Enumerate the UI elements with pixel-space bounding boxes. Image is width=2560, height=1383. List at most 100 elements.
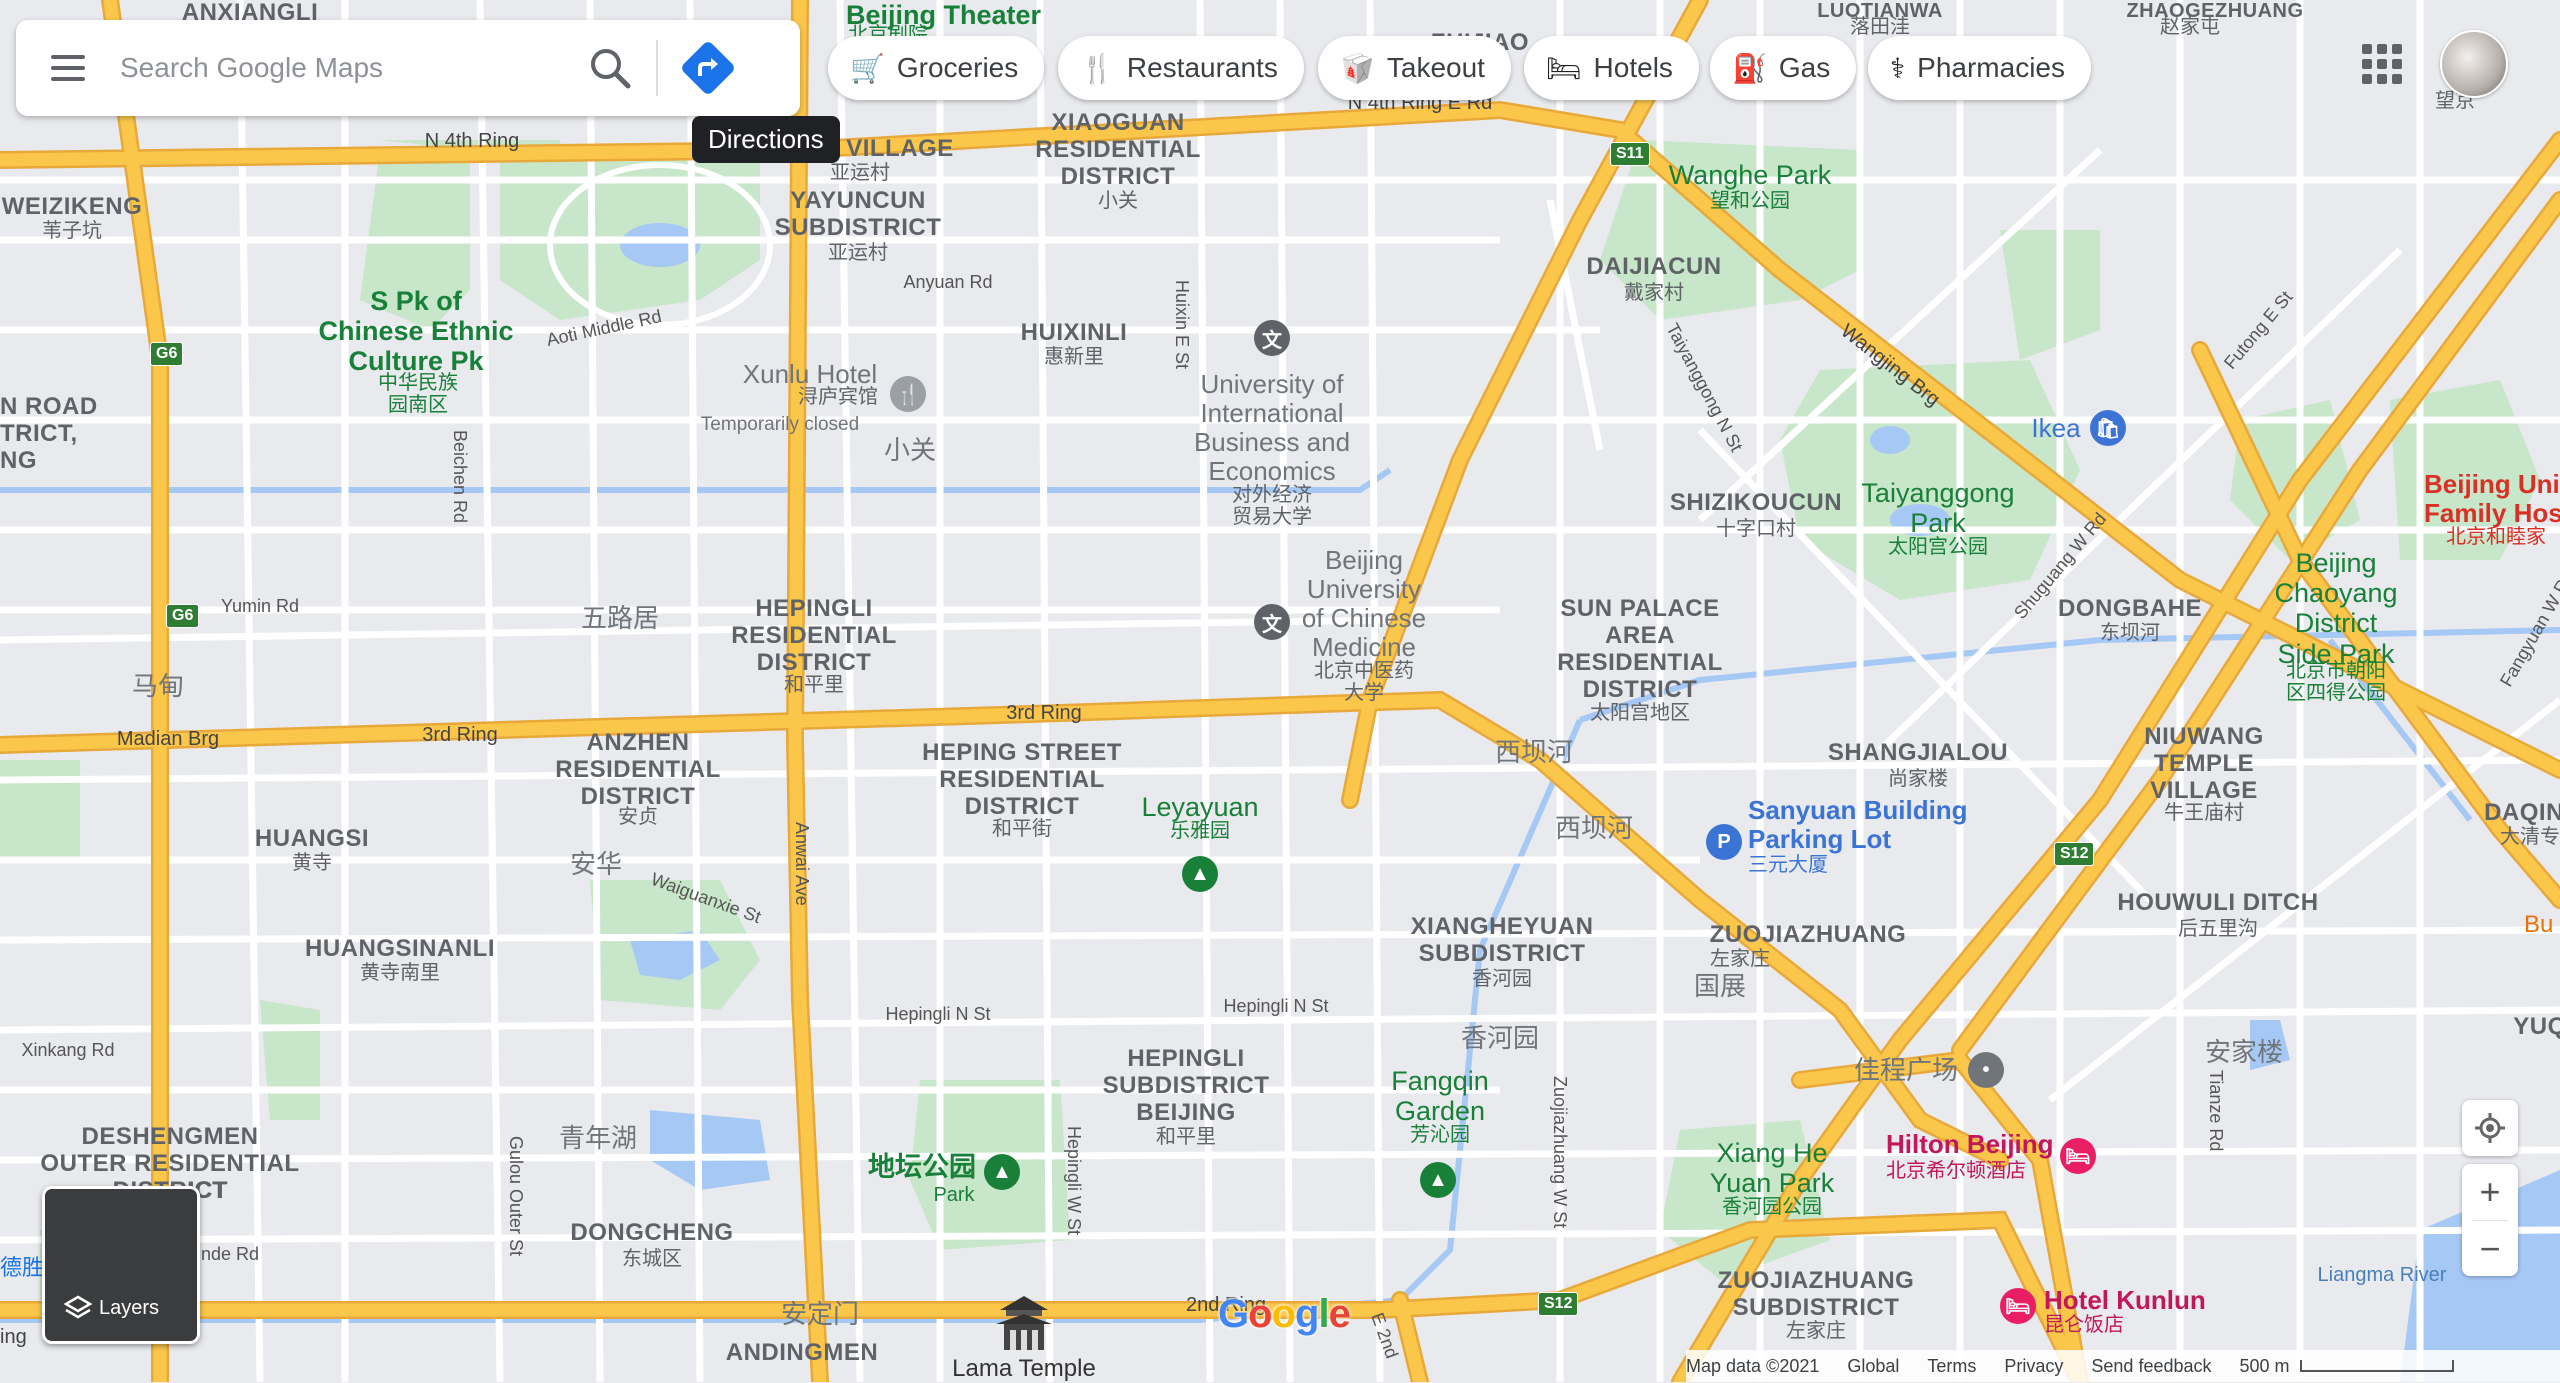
chip-restaurants[interactable]: 🍴 Restaurants [1058, 36, 1304, 100]
park-label[interactable]: Xiang He Yuan Park [1710, 1138, 1835, 1198]
park-label: Park [933, 1184, 975, 1206]
hotel-pin-icon[interactable]: 🍴 [890, 376, 926, 412]
district-label: SHIZIKOUCUN [1669, 489, 1843, 516]
park-pin-icon[interactable]: ▲ [1182, 856, 1218, 892]
park-label[interactable]: Leyayuan [1141, 792, 1258, 822]
district-label-zh: 香河园 [1460, 1023, 1540, 1053]
apps-grid-icon[interactable] [2362, 44, 2402, 84]
chip-label: Groceries [896, 52, 1019, 83]
privacy-link[interactable]: Privacy [2004, 1356, 2063, 1377]
layers-label: Layers [99, 1297, 160, 1319]
district-label: XIAOGUAN RESIDENTIAL DISTRICT [1035, 109, 1201, 190]
district-label-zh: 太阳宫地区 [1590, 702, 1690, 724]
district-label-zh: 东坝河 [2100, 622, 2160, 644]
poi-label[interactable]: Xunlu Hotel [743, 359, 877, 389]
district-label: HUANGSI [254, 825, 370, 852]
chip-gas[interactable]: ⛽ Gas [1710, 36, 1857, 100]
poi-label-zh: 北京中医药 大学 [1314, 660, 1414, 705]
temple-icon[interactable] [992, 1290, 1056, 1354]
district-label-zh: 左家庄 [1710, 948, 1770, 970]
park-pin-icon[interactable]: ▲ [984, 1154, 1020, 1190]
layers-button[interactable]: Layers [42, 1186, 200, 1344]
highway-shield-s11: S11 [1610, 142, 1650, 166]
district-label-zh: 赵家屯 [2160, 16, 2220, 38]
park-label[interactable]: 地坛公园 [868, 1152, 976, 1182]
district-label: N ROAD TRICT, NG [0, 393, 98, 474]
district-label-zh: 青年湖 [558, 1123, 638, 1153]
avatar[interactable] [2440, 30, 2508, 98]
chip-groceries[interactable]: 🛒 Groceries [828, 36, 1045, 100]
district-label-zh: 佳程广场 [1853, 1055, 1959, 1085]
chip-label: Restaurants [1126, 52, 1278, 83]
district-label-zh: 后五里沟 [2178, 918, 2258, 940]
district-label: HEPING STREET RESIDENTIAL DISTRICT [922, 739, 1122, 820]
terms-link[interactable]: Terms [1927, 1356, 1976, 1377]
map-data-attribution: Map data ©2021 [1686, 1355, 1820, 1376]
zoom-in-button[interactable]: + [2462, 1164, 2518, 1220]
zoom-out-button[interactable]: − [2462, 1221, 2518, 1277]
highway-shield-s12: S12 [2054, 842, 2095, 866]
scale-bar[interactable]: 500 m [2240, 1356, 2454, 1377]
district-label-zh: 尚家楼 [1888, 768, 1948, 790]
park-pin-icon[interactable]: ▲ [1420, 1162, 1456, 1198]
district-label: SUN PALACE AREA RESIDENTIAL DISTRICT [1557, 595, 1723, 703]
hotel-label[interactable]: Hilton Beijing [1886, 1129, 2054, 1159]
hotel-label[interactable]: Hotel Kunlun [2044, 1285, 2206, 1315]
district-label: DONGCHENG [570, 1219, 734, 1246]
search-icon[interactable] [582, 40, 638, 96]
directions-icon[interactable] [678, 38, 738, 98]
park-label-zh: 乐雅园 [1170, 820, 1230, 842]
chip-hotels[interactable]: 🛏 Hotels [1524, 36, 1699, 100]
zoom-controls: + − [2462, 1164, 2518, 1276]
poi-label[interactable]: University of International Business and… [1194, 369, 1350, 486]
hotel-pin-icon[interactable]: 🛏 [2000, 1288, 2036, 1324]
scale-line [2299, 1360, 2454, 1372]
global-link[interactable]: Global [1847, 1356, 1899, 1377]
district-label-zh: 安贞 [618, 806, 658, 828]
hotel-label-zh: 北京希尔顿酒店 [1886, 1160, 2026, 1182]
district-label-zh: 安家楼 [2204, 1037, 2284, 1067]
send-feedback-link[interactable]: Send feedback [2091, 1356, 2211, 1377]
park-label[interactable]: Taiyanggong Park [1861, 478, 2014, 538]
park-label[interactable]: Wanghe Park [1669, 160, 1832, 190]
district-label: VILLAGE [846, 135, 954, 162]
road-label: Madian Brg [116, 728, 220, 750]
parking-pin-icon[interactable]: P [1706, 824, 1742, 860]
road-label: Hepingli N St [885, 1004, 991, 1024]
park-label[interactable]: Fangqin Garden [1391, 1066, 1489, 1126]
road-label: Xinkang Rd [21, 1040, 115, 1060]
road-label: inde Rd [196, 1244, 260, 1264]
district-label-zh: 和平里 [1156, 1126, 1216, 1148]
my-location-button[interactable] [2462, 1100, 2518, 1156]
hotel-pin-icon[interactable]: 🛏 [2060, 1138, 2096, 1174]
place-pin-icon[interactable]: • [1968, 1052, 2004, 1088]
poi-label[interactable]: Bu [2524, 911, 2553, 939]
poi-label[interactable]: Beijing University of Chinese Medicine [1302, 545, 1426, 662]
district-label: ANZHEN RESIDENTIAL DISTRICT [555, 729, 721, 810]
district-label: HUANGSINANLI [305, 935, 495, 962]
park-label-zh: 中华民族 园南区 [378, 372, 458, 417]
park-label[interactable]: S Pk of Chinese Ethnic Culture Pk [318, 286, 513, 377]
pharmacy-icon: ⚕ [1890, 52, 1906, 84]
divider [656, 40, 658, 96]
chip-pharmacies[interactable]: ⚕ Pharmacies [1868, 36, 2091, 100]
district-label-zh: 左家庄 [1786, 1320, 1846, 1342]
google-logo: Google [1218, 1292, 1351, 1336]
directions-tooltip: Directions [692, 116, 840, 163]
university-pin-icon[interactable]: 文 [1254, 604, 1290, 640]
scale-label: 500 m [2239, 1355, 2290, 1376]
district-label-zh: 亚运村 [828, 242, 888, 264]
poi-label[interactable]: Sanyuan Building Parking Lot [1748, 795, 1968, 854]
chip-takeout[interactable]: 🥡 Takeout [1318, 36, 1511, 100]
map-footer: Map data ©2021 Global Terms Privacy Send… [1686, 1350, 2560, 1382]
shopping-pin-icon[interactable]: 🛍 [2090, 410, 2126, 446]
poi-label[interactable]: Ikea [2031, 413, 2080, 443]
menu-icon[interactable] [40, 40, 96, 96]
map-canvas[interactable] [0, 0, 2560, 1382]
road-label: Beichen Rd [450, 430, 470, 524]
poi-label[interactable]: Lama Temple [952, 1355, 1096, 1383]
university-pin-icon[interactable]: 文 [1254, 320, 1290, 356]
hospital-label[interactable]: Beijing Uni Family Hosp [2424, 469, 2560, 528]
search-input[interactable] [118, 51, 562, 85]
park-label[interactable]: Beijing Chaoyang District Side Park [2274, 548, 2397, 669]
